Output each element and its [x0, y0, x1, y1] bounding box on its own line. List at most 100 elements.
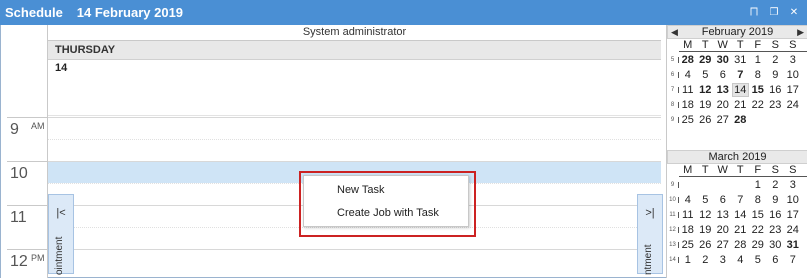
- calendar-day[interactable]: 4: [679, 69, 697, 81]
- calendar-day[interactable]: 13: [714, 209, 732, 221]
- calendar-day[interactable]: 13: [714, 84, 732, 96]
- calendar-day[interactable]: 25: [679, 239, 697, 251]
- close-icon[interactable]: ✕: [787, 7, 801, 19]
- calendar-day[interactable]: 11: [679, 209, 697, 221]
- calendar-day[interactable]: 1: [749, 54, 767, 66]
- calendar-day[interactable]: 7: [732, 69, 750, 81]
- calendar-day[interactable]: 3: [784, 179, 802, 191]
- calendar-day[interactable]: 10: [784, 69, 802, 81]
- calendar-day[interactable]: 7: [732, 194, 750, 206]
- week-number: 5: [667, 56, 679, 63]
- calendar-day[interactable]: 20: [714, 99, 732, 111]
- hour-10: 10: [7, 161, 47, 205]
- calendar-day[interactable]: 23: [767, 99, 785, 111]
- calendar-day[interactable]: 31: [784, 239, 802, 251]
- calendar-day[interactable]: 11: [679, 84, 697, 96]
- calendar-day[interactable]: 24: [784, 224, 802, 236]
- calendar-day[interactable]: 5: [697, 194, 715, 206]
- new-task-menu-item[interactable]: New Task: [304, 179, 468, 202]
- weekday-label: F: [754, 164, 762, 176]
- calendar-day[interactable]: 1: [679, 254, 697, 266]
- calendar-march: March 2019 MTWTFSS 9 1 2 3 10 4 5 6 7 8 9 10 11 11 12 1…: [667, 150, 807, 267]
- time-slot[interactable]: [48, 249, 661, 271]
- calendar-day[interactable]: 26: [697, 114, 715, 126]
- weekday-label: S: [789, 39, 797, 51]
- calendar-day[interactable]: 4: [732, 254, 750, 266]
- calendar-day[interactable]: 16: [767, 209, 785, 221]
- resource-header: System administrator: [48, 25, 661, 41]
- calendar-day[interactable]: 28: [732, 114, 750, 126]
- calendar-day[interactable]: 17: [784, 84, 802, 96]
- calendar-day[interactable]: 30: [767, 239, 785, 251]
- calendar-day[interactable]: 2: [697, 254, 715, 266]
- calendar-day[interactable]: 21: [732, 224, 750, 236]
- calendar-day[interactable]: 24: [784, 99, 802, 111]
- calendar-day[interactable]: 9: [767, 69, 785, 81]
- weekday-label: T: [736, 164, 744, 176]
- calendar-day[interactable]: 30: [714, 54, 732, 66]
- calendar-day[interactable]: 10: [784, 194, 802, 206]
- calendar-day[interactable]: 12: [697, 209, 715, 221]
- calendar-day[interactable]: 28: [732, 239, 750, 251]
- calendar-day[interactable]: 5: [697, 69, 715, 81]
- calendar-day[interactable]: 31: [732, 54, 750, 66]
- calendar-day[interactable]: 25: [679, 114, 697, 126]
- calendar-day[interactable]: 17: [784, 209, 802, 221]
- calendar-day[interactable]: 19: [697, 99, 715, 111]
- month-title: February 2019: [701, 26, 774, 38]
- restore-icon[interactable]: ❐: [767, 7, 781, 19]
- week-number: 9: [667, 116, 679, 123]
- calendar-header: March 2019: [667, 150, 807, 164]
- calendar-day[interactable]: 7: [784, 254, 802, 266]
- calendar-day[interactable]: 3: [784, 54, 802, 66]
- calendar-day[interactable]: 1: [749, 179, 767, 191]
- calendar-day[interactable]: 18: [679, 224, 697, 236]
- next-month-icon[interactable]: ▶: [797, 26, 804, 39]
- calendar-day[interactable]: 22: [749, 99, 767, 111]
- calendar-day[interactable]: 18: [679, 99, 697, 111]
- pin-icon[interactable]: ⨅: [747, 7, 761, 19]
- day-column[interactable]: System administrator THURSDAY 14 |< oint…: [48, 25, 663, 278]
- calendar-day[interactable]: 6: [714, 69, 732, 81]
- day-number: 14: [48, 60, 661, 116]
- time-slot[interactable]: [48, 139, 661, 161]
- calendar-day[interactable]: 9: [767, 194, 785, 206]
- next-appointment-label: ntment: [643, 244, 654, 275]
- calendar-day[interactable]: 21: [732, 99, 750, 111]
- calendar-day[interactable]: 15: [749, 84, 767, 96]
- calendar-day[interactable]: 29: [697, 54, 715, 66]
- create-job-with-task-menu-item[interactable]: Create Job with Task: [304, 202, 468, 225]
- calendar-day[interactable]: 22: [749, 224, 767, 236]
- calendar-day[interactable]: 12: [697, 84, 715, 96]
- calendar-day[interactable]: 3: [714, 254, 732, 266]
- calendar-day[interactable]: 8: [749, 69, 767, 81]
- calendar-day[interactable]: 29: [749, 239, 767, 251]
- scheduler-frame: 9 AM 10 11 12 PM System administrator TH…: [0, 25, 807, 278]
- calendar-day[interactable]: 5: [749, 254, 767, 266]
- next-appointment-tab[interactable]: >| ntment: [637, 194, 663, 275]
- prev-month-icon[interactable]: ◀: [671, 26, 678, 39]
- calendar-day[interactable]: 14: [732, 209, 750, 221]
- calendar-day[interactable]: 23: [767, 224, 785, 236]
- calendar-day[interactable]: 20: [714, 224, 732, 236]
- calendar-day[interactable]: 27: [714, 239, 732, 251]
- calendar-day[interactable]: 4: [679, 194, 697, 206]
- calendar-day[interactable]: 14: [731, 82, 749, 97]
- calendar-day[interactable]: 6: [714, 194, 732, 206]
- calendar-day[interactable]: 8: [749, 194, 767, 206]
- calendar-day[interactable]: 6: [767, 254, 785, 266]
- calendar-day[interactable]: 16: [767, 84, 785, 96]
- weekday-label: M: [683, 39, 693, 51]
- week-number: 12: [667, 226, 679, 233]
- calendar-day[interactable]: 27: [714, 114, 732, 126]
- calendar-day[interactable]: 15: [749, 209, 767, 221]
- calendar-day[interactable]: 19: [697, 224, 715, 236]
- time-slot[interactable]: [48, 117, 661, 139]
- calendar-day[interactable]: 2: [767, 54, 785, 66]
- previous-appointment-tab[interactable]: |< ointment: [48, 194, 74, 275]
- calendar-day[interactable]: 28: [679, 54, 697, 66]
- calendar-day[interactable]: 26: [697, 239, 715, 251]
- calendar-day[interactable]: 2: [767, 179, 785, 191]
- hour-12: 12 PM: [7, 249, 47, 279]
- hour-11: 11: [7, 205, 47, 249]
